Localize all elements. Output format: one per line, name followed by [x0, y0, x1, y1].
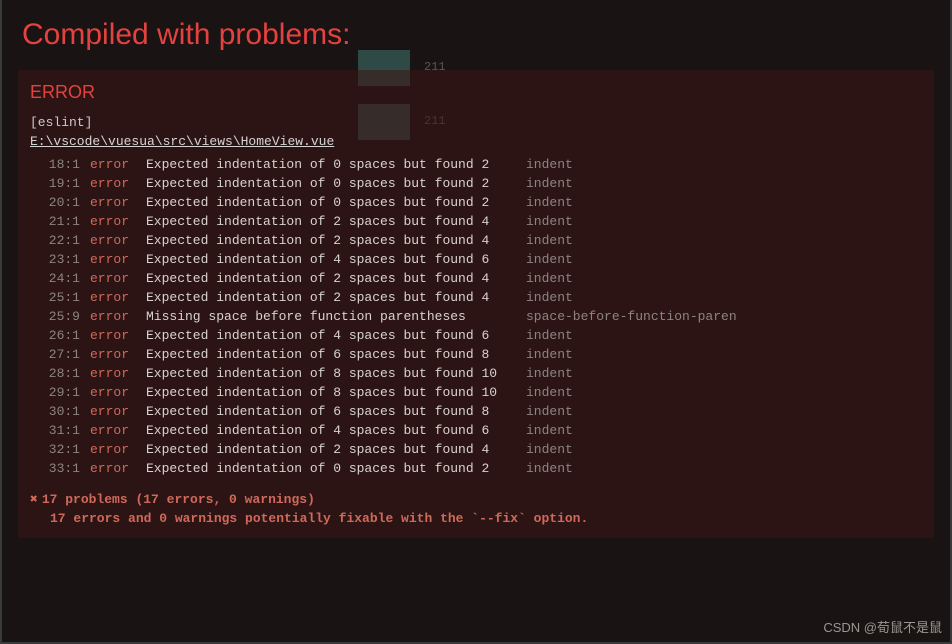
error-rule: indent: [518, 231, 573, 250]
error-location: 19:1: [30, 174, 80, 193]
error-severity: error: [80, 459, 138, 478]
error-rule: indent: [518, 421, 573, 440]
error-row: 27:1errorExpected indentation of 6 space…: [30, 345, 922, 364]
error-severity: error: [80, 174, 138, 193]
error-severity: error: [80, 402, 138, 421]
error-x-icon: ✖: [30, 492, 38, 507]
problems-summary: ✖ 17 problems (17 errors, 0 warnings): [18, 478, 934, 509]
error-rule: indent: [518, 155, 573, 174]
error-row: 28:1errorExpected indentation of 8 space…: [30, 364, 922, 383]
error-message: Expected indentation of 4 spaces but fou…: [138, 326, 518, 345]
error-severity: error: [80, 364, 138, 383]
error-location: 31:1: [30, 421, 80, 440]
page-title: Compiled with problems:: [0, 0, 952, 70]
error-message: Expected indentation of 0 spaces but fou…: [138, 174, 518, 193]
error-panel: ERROR [eslint] E:\vscode\vuesua\src\view…: [18, 70, 934, 538]
error-location: 23:1: [30, 250, 80, 269]
error-message: Expected indentation of 2 spaces but fou…: [138, 288, 518, 307]
error-message: Expected indentation of 2 spaces but fou…: [138, 231, 518, 250]
error-row: 33:1errorExpected indentation of 0 space…: [30, 459, 922, 478]
error-location: 24:1: [30, 269, 80, 288]
error-rule: indent: [518, 402, 573, 421]
error-severity: error: [80, 326, 138, 345]
error-severity: error: [80, 231, 138, 250]
error-rule: indent: [518, 288, 573, 307]
error-location: 29:1: [30, 383, 80, 402]
error-message: Expected indentation of 6 spaces but fou…: [138, 402, 518, 421]
error-rule: indent: [518, 174, 573, 193]
error-row: 23:1errorExpected indentation of 4 space…: [30, 250, 922, 269]
error-rule: space-before-function-paren: [518, 307, 737, 326]
error-message: Expected indentation of 2 spaces but fou…: [138, 212, 518, 231]
error-location: 28:1: [30, 364, 80, 383]
error-severity: error: [80, 250, 138, 269]
error-row: 32:1errorExpected indentation of 2 space…: [30, 440, 922, 459]
error-location: 20:1: [30, 193, 80, 212]
error-heading: ERROR: [18, 82, 934, 115]
error-location: 25:9: [30, 307, 80, 326]
error-location: 21:1: [30, 212, 80, 231]
error-location: 30:1: [30, 402, 80, 421]
error-list: 18:1errorExpected indentation of 0 space…: [18, 155, 934, 478]
error-row: 18:1errorExpected indentation of 0 space…: [30, 155, 922, 174]
error-message: Expected indentation of 8 spaces but fou…: [138, 383, 518, 402]
error-severity: error: [80, 421, 138, 440]
error-message: Expected indentation of 6 spaces but fou…: [138, 345, 518, 364]
error-severity: error: [80, 383, 138, 402]
error-row: 26:1errorExpected indentation of 4 space…: [30, 326, 922, 345]
error-severity: error: [80, 193, 138, 212]
error-location: 32:1: [30, 440, 80, 459]
summary-count-text: 17 problems (17 errors, 0 warnings): [42, 492, 315, 507]
error-location: 26:1: [30, 326, 80, 345]
error-rule: indent: [518, 383, 573, 402]
error-rule: indent: [518, 212, 573, 231]
eslint-label: [eslint]: [18, 115, 934, 134]
error-row: 25:1errorExpected indentation of 2 space…: [30, 288, 922, 307]
error-severity: error: [80, 155, 138, 174]
error-severity: error: [80, 212, 138, 231]
error-message: Expected indentation of 2 spaces but fou…: [138, 269, 518, 288]
error-row: 30:1errorExpected indentation of 6 space…: [30, 402, 922, 421]
error-location: 27:1: [30, 345, 80, 364]
error-location: 22:1: [30, 231, 80, 250]
error-message: Expected indentation of 0 spaces but fou…: [138, 193, 518, 212]
error-rule: indent: [518, 193, 573, 212]
error-location: 33:1: [30, 459, 80, 478]
error-rule: indent: [518, 345, 573, 364]
error-severity: error: [80, 269, 138, 288]
error-rule: indent: [518, 364, 573, 383]
fix-hint-text: 17 errors and 0 warnings potentially fix…: [18, 509, 934, 526]
error-location: 25:1: [30, 288, 80, 307]
error-row: 31:1errorExpected indentation of 4 space…: [30, 421, 922, 440]
error-message: Expected indentation of 2 spaces but fou…: [138, 440, 518, 459]
error-row: 29:1errorExpected indentation of 8 space…: [30, 383, 922, 402]
error-location: 18:1: [30, 155, 80, 174]
error-message: Expected indentation of 0 spaces but fou…: [138, 459, 518, 478]
error-row: 25:9errorMissing space before function p…: [30, 307, 922, 326]
error-severity: error: [80, 307, 138, 326]
error-severity: error: [80, 345, 138, 364]
error-row: 20:1errorExpected indentation of 0 space…: [30, 193, 922, 212]
watermark-text: CSDN @荀鼠不是鼠: [823, 617, 942, 636]
error-row: 19:1errorExpected indentation of 0 space…: [30, 174, 922, 193]
error-message: Expected indentation of 4 spaces but fou…: [138, 250, 518, 269]
error-rule: indent: [518, 250, 573, 269]
error-row: 22:1errorExpected indentation of 2 space…: [30, 231, 922, 250]
error-message: Expected indentation of 8 spaces but fou…: [138, 364, 518, 383]
error-rule: indent: [518, 440, 573, 459]
error-rule: indent: [518, 326, 573, 345]
error-rule: indent: [518, 459, 573, 478]
error-message: Missing space before function parenthese…: [138, 307, 518, 326]
error-row: 21:1errorExpected indentation of 2 space…: [30, 212, 922, 231]
error-message: Expected indentation of 0 spaces but fou…: [138, 155, 518, 174]
file-path-link[interactable]: E:\vscode\vuesua\src\views\HomeView.vue: [18, 134, 934, 155]
error-message: Expected indentation of 4 spaces but fou…: [138, 421, 518, 440]
error-severity: error: [80, 288, 138, 307]
error-rule: indent: [518, 269, 573, 288]
error-severity: error: [80, 440, 138, 459]
error-row: 24:1errorExpected indentation of 2 space…: [30, 269, 922, 288]
